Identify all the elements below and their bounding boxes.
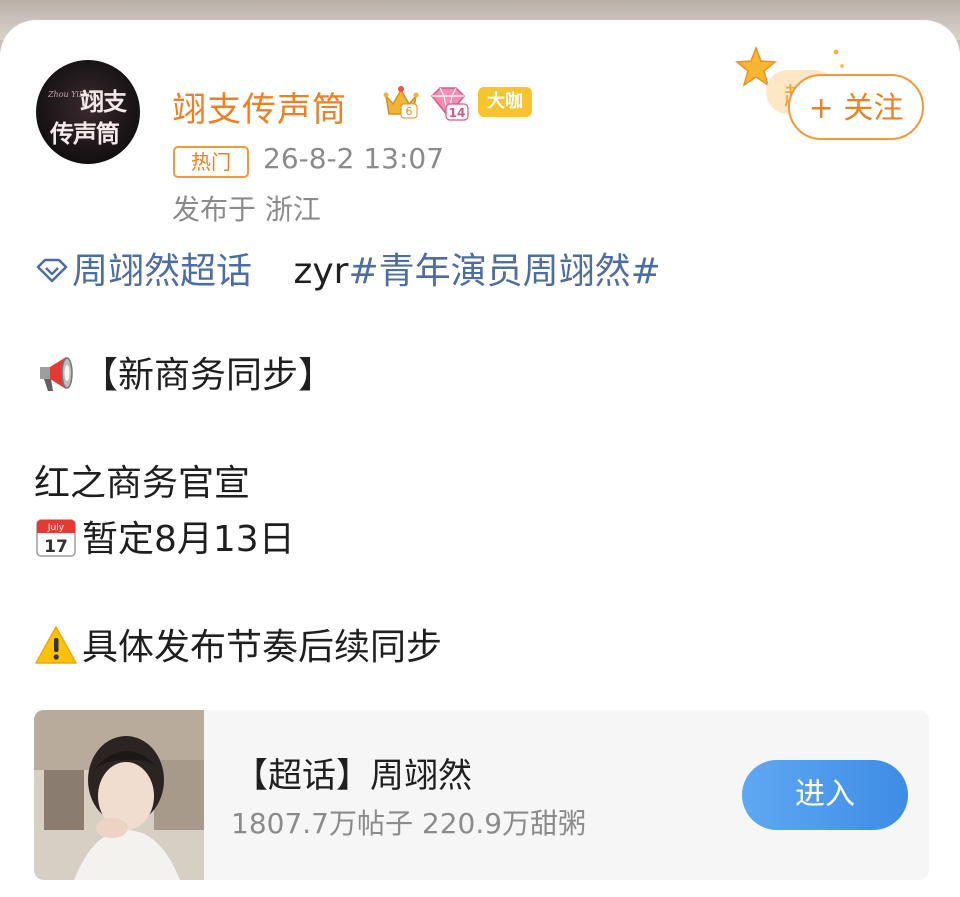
supertopic-diamond-icon bbox=[36, 258, 68, 283]
post-heading: 【新商务同步】 bbox=[82, 355, 335, 396]
supertopic-title: 【超话】周翊然 bbox=[234, 756, 472, 796]
vip-badge: 大咖 bbox=[478, 87, 532, 117]
avatar-text-line2: 传声筒 bbox=[50, 119, 120, 148]
calendar-icon: July 17 bbox=[36, 519, 76, 557]
post-line3: 具体发布节奏后续同步 bbox=[82, 627, 443, 668]
author-name[interactable]: 翊支传声筒 bbox=[172, 82, 347, 131]
post-topic-line: 周翊然超话 zyr#青年演员周翊然# bbox=[34, 242, 661, 294]
follow-button[interactable]: + 关注 bbox=[788, 74, 924, 140]
author-avatar[interactable]: Zhou YiRan 翊支 传声筒 bbox=[36, 60, 140, 164]
post-date-line: July 17 暂定8月13日 bbox=[34, 510, 295, 562]
supertopic-link[interactable]: 周翊然超话 bbox=[72, 251, 252, 292]
enter-button[interactable]: 进入 bbox=[742, 760, 908, 830]
calendar-day: 17 bbox=[44, 537, 68, 557]
post-prefix-text: zyr bbox=[293, 251, 349, 292]
supertopic-thumbnail bbox=[34, 710, 204, 880]
diamond-level-icon: 14 bbox=[430, 87, 469, 121]
crown-level-icon: 6 bbox=[383, 86, 419, 119]
crown-level-number: 6 bbox=[406, 105, 413, 118]
megaphone-icon bbox=[40, 357, 73, 391]
hashtag-link[interactable]: #青年演员周翊然# bbox=[348, 251, 660, 292]
warning-icon bbox=[35, 626, 77, 664]
post-line1: 红之商务官宣 bbox=[34, 463, 251, 504]
post-timestamp: 26-8-2 13:07 bbox=[263, 142, 445, 175]
calendar-month: July bbox=[47, 523, 65, 533]
post-location: 发布于 浙江 bbox=[172, 193, 321, 226]
supertopic-card[interactable]: 【超话】周翊然 1807.7万帖子 220.9万甜粥 进入 bbox=[34, 710, 929, 880]
supertopic-stats: 1807.7万帖子 220.9万甜粥 bbox=[231, 807, 587, 840]
avatar-text-line1: 翊支 bbox=[80, 87, 127, 116]
post-heading-line: 【新商务同步】 bbox=[34, 346, 334, 398]
post-warning-line: 具体发布节奏后续同步 bbox=[34, 618, 442, 670]
weibo-post-card: Zhou YiRan 翊支 传声筒 翊支传声筒 6 14 大咖 热门 26-8-… bbox=[0, 20, 960, 897]
hot-tag: 热门 bbox=[173, 146, 249, 178]
diamond-level-number: 14 bbox=[449, 106, 466, 120]
post-line2: 暂定8月13日 bbox=[82, 519, 295, 560]
